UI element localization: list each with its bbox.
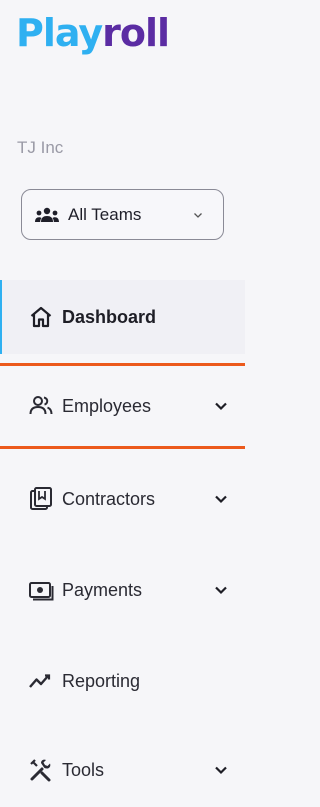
- nav-label-dashboard: Dashboard: [62, 306, 157, 327]
- team-icon: [35, 207, 59, 222]
- logo-play-text: Play: [16, 11, 103, 55]
- nav-item-reporting[interactable]: Reporting: [0, 644, 245, 718]
- playroll-logo[interactable]: Playroll: [16, 11, 170, 55]
- contract-icon: [30, 487, 52, 510]
- nav-label-tools: Tools: [62, 759, 105, 780]
- nav-label-employees: Employees: [62, 395, 152, 416]
- users-icon: [29, 396, 53, 415]
- active-indicator: [0, 280, 2, 354]
- nav-item-contractors[interactable]: Contractors: [0, 462, 245, 536]
- chevron-down-icon[interactable]: [213, 762, 229, 778]
- chevron-down-icon[interactable]: [213, 582, 229, 598]
- chevron-down-icon: [194, 213, 202, 218]
- nav-item-dashboard[interactable]: Dashboard: [0, 280, 245, 354]
- nav-label-contractors: Contractors: [62, 488, 156, 509]
- organization-name: TJ Inc: [17, 138, 64, 157]
- house-icon: [30, 306, 52, 328]
- trend-icon: [29, 674, 51, 688]
- nav-label-payments: Payments: [62, 579, 143, 600]
- team-select-dropdown[interactable]: All Teams: [21, 189, 224, 240]
- nav-item-tools[interactable]: Tools: [0, 733, 245, 807]
- team-select-value: All Teams: [68, 204, 142, 224]
- chevron-down-icon[interactable]: [213, 491, 229, 507]
- nav-label-reporting: Reporting: [62, 670, 141, 691]
- tools-icon: [30, 759, 51, 782]
- logo-roll-text: roll: [102, 11, 170, 55]
- payment-icon: [29, 582, 54, 601]
- nav-item-payments[interactable]: Payments: [0, 553, 245, 627]
- chevron-down-icon[interactable]: [213, 398, 229, 414]
- nav-item-employees[interactable]: Employees: [0, 363, 245, 449]
